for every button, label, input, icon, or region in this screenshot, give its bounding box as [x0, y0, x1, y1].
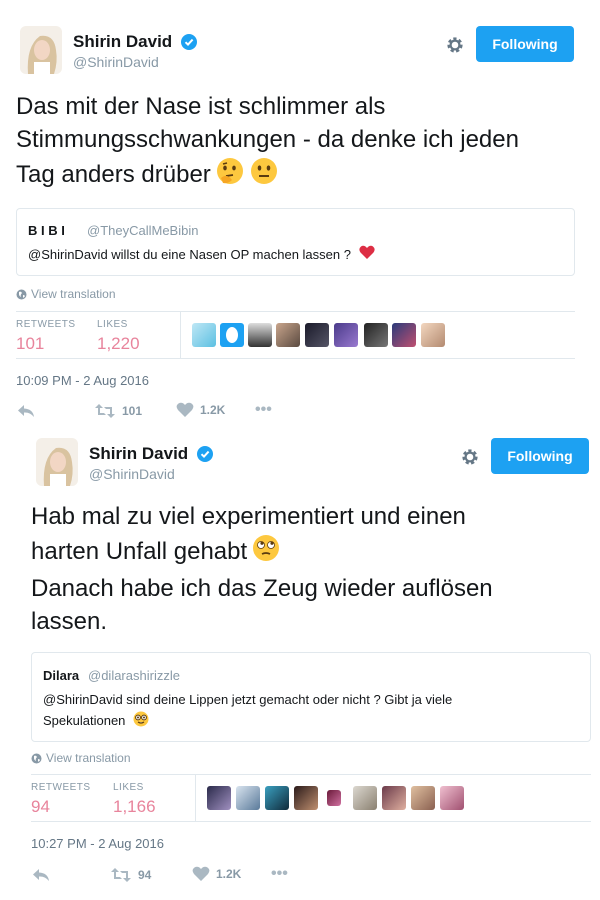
tweet-timestamp[interactable]: 10:27 PM - 2 Aug 2016	[31, 836, 164, 851]
liker-avatar[interactable]	[276, 323, 300, 347]
liker-avatar[interactable]	[353, 786, 377, 810]
author-handle[interactable]: @ShirinDavid	[89, 466, 175, 482]
quoted-text-line: Spekulationen	[43, 713, 126, 728]
retweet-icon	[110, 867, 132, 882]
liker-avatar[interactable]	[192, 323, 216, 347]
quoted-tweet[interactable]: Dilara @dilarashirizzle @ShirinDavid sin…	[31, 652, 591, 742]
gear-icon[interactable]	[444, 34, 466, 56]
liker-avatar[interactable]	[207, 786, 231, 810]
tweet-text-line: lassen.	[31, 608, 108, 635]
more-options-button[interactable]: •••	[255, 401, 272, 419]
gear-icon[interactable]	[459, 446, 481, 468]
like-count: 1.2K	[216, 867, 242, 881]
heart-icon	[192, 866, 210, 881]
quoted-author-name: B I B I	[28, 223, 65, 238]
quoted-author-name: Dilara	[43, 668, 80, 683]
quoted-text: @ShirinDavid sind deine Lippen jetzt gem…	[43, 689, 452, 733]
liker-avatar[interactable]	[440, 786, 464, 810]
view-translation-link[interactable]: View translation	[16, 287, 116, 303]
tweet-text-line: Stimmungsschwankungen - da denke ich jed…	[16, 126, 519, 153]
following-button[interactable]: Following	[476, 26, 574, 62]
avatar[interactable]	[36, 438, 78, 486]
liker-avatar[interactable]	[334, 323, 358, 347]
reply-icon[interactable]	[16, 402, 36, 420]
likes-count[interactable]: 1,166	[113, 797, 156, 817]
retweet-button[interactable]: 101	[94, 402, 142, 420]
quoted-text: @ShirinDavid willst du eine Nasen OP mac…	[28, 244, 375, 266]
author-name[interactable]: Shirin David	[89, 444, 188, 464]
liker-avatar[interactable]	[236, 786, 260, 810]
like-button[interactable]: 1.2K	[176, 402, 225, 418]
liker-avatar[interactable]	[421, 323, 445, 347]
tweet-text-line: Tag anders drüber	[16, 160, 211, 188]
liker-avatar[interactable]	[392, 323, 416, 347]
quoted-author-handle: @TheyCallMeBibin	[87, 223, 199, 238]
divider	[180, 312, 181, 358]
liker-avatar[interactable]	[265, 786, 289, 810]
neutral-face-icon	[249, 156, 279, 195]
quoted-text-line: @ShirinDavid willst du eine Nasen OP mac…	[28, 247, 351, 262]
heart-icon	[176, 402, 194, 417]
retweet-count: 94	[138, 868, 152, 882]
thinking-face-icon	[215, 156, 245, 195]
likes-count[interactable]: 1,220	[97, 334, 140, 354]
retweet-count: 101	[122, 404, 143, 418]
quoted-tweet[interactable]: B I B I @TheyCallMeBibin @ShirinDavid wi…	[16, 208, 575, 276]
retweets-label: RETWEETS	[16, 319, 76, 330]
liker-avatar[interactable]	[294, 786, 318, 810]
tweet-text-line: Danach habe ich das Zeug wieder auflösen	[31, 575, 493, 602]
tweet-text: Hab mal zu viel experimentiert und einen…	[31, 500, 493, 638]
tweet-text-line: Das mit der Nase ist schlimmer als	[16, 93, 386, 120]
liker-avatar[interactable]	[364, 323, 388, 347]
retweet-icon	[94, 403, 116, 418]
retweets-label: RETWEETS	[31, 782, 91, 793]
view-translation-link[interactable]: View translation	[31, 751, 131, 767]
tweet-timestamp[interactable]: 10:09 PM - 2 Aug 2016	[16, 373, 149, 388]
retweets-count[interactable]: 94	[31, 797, 50, 817]
liker-avatar[interactable]	[327, 790, 341, 806]
tweet-stats: RETWEETS 101 LIKES 1,220	[16, 311, 575, 359]
globe-icon	[16, 289, 27, 303]
face-with-rolling-eyes-icon	[251, 533, 281, 572]
verified-badge-icon	[197, 446, 213, 462]
retweet-button[interactable]: 94	[110, 866, 151, 884]
liker-avatar[interactable]	[305, 323, 329, 347]
tweet-text: Das mit der Nase ist schlimmer als Stimm…	[16, 90, 519, 195]
liker-avatar[interactable]	[220, 323, 244, 347]
tweet-text-line: harten Unfall gehabt	[31, 537, 248, 565]
likes-label: LIKES	[113, 782, 144, 793]
quoted-author-handle: @dilarashirizzle	[88, 668, 180, 683]
avatar[interactable]	[20, 26, 62, 74]
author-name[interactable]: Shirin David	[73, 32, 172, 52]
liker-avatar[interactable]	[248, 323, 272, 347]
divider	[195, 775, 196, 821]
nerd-face-icon	[133, 711, 149, 733]
red-heart-icon	[358, 245, 375, 266]
likes-label: LIKES	[97, 319, 128, 330]
liker-avatar[interactable]	[382, 786, 406, 810]
globe-icon	[31, 753, 42, 767]
retweets-count[interactable]: 101	[16, 334, 44, 354]
like-count: 1.2K	[200, 403, 226, 417]
like-button[interactable]: 1.2K	[192, 866, 241, 882]
following-button[interactable]: Following	[491, 438, 589, 474]
tweet-stats: RETWEETS 94 LIKES 1,166	[31, 774, 591, 822]
liker-avatar[interactable]	[411, 786, 435, 810]
verified-badge-icon	[181, 34, 197, 50]
quoted-text-line: @ShirinDavid sind deine Lippen jetzt gem…	[43, 692, 453, 707]
reply-icon[interactable]	[31, 866, 51, 884]
more-options-button[interactable]: •••	[271, 865, 288, 883]
author-handle[interactable]: @ShirinDavid	[73, 54, 159, 70]
tweet-text-line: Hab mal zu viel experimentiert und einen	[31, 503, 466, 530]
